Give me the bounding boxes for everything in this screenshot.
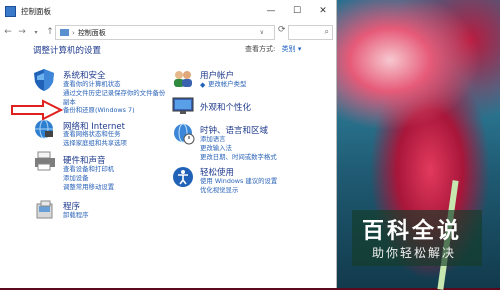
printer-icon[interactable] — [33, 150, 57, 172]
control-panel-window: 控制面板 — ☐ ✕ ← → ▾ ↑ › 控制面板 ∨ ⟳ ⌕ 调整计算机的设置… — [0, 0, 337, 288]
link-add-language[interactable]: 添加语言 — [200, 135, 226, 144]
link-change-account-type[interactable]: 更改帐户类型 — [208, 80, 246, 89]
link-optimize-visual-display[interactable]: 优化视觉显示 — [200, 186, 238, 195]
appearance-monitor-icon[interactable] — [172, 96, 194, 116]
view-by: 查看方式: 类别 ▾ — [245, 44, 301, 54]
breadcrumb-separator-icon: › — [72, 28, 75, 37]
link-homegroup[interactable]: 选择家庭组和共享选项 — [63, 139, 127, 148]
minimize-button[interactable]: — — [258, 0, 284, 22]
red-arrow-annotation-icon — [11, 99, 63, 121]
link-computer-status[interactable]: 查看你的计算机状态 — [63, 80, 121, 89]
back-arrow-icon[interactable]: ← — [2, 27, 14, 37]
user-accounts-icon[interactable] — [172, 69, 194, 89]
link-network-status[interactable]: 查看网络状态和任务 — [63, 130, 121, 139]
clock-globe-icon[interactable] — [172, 122, 196, 146]
link-devices-printers[interactable]: 查看设备和打印机 — [63, 165, 114, 174]
link-uninstall-program[interactable]: 卸载程序 — [63, 211, 89, 220]
breadcrumb-control-panel[interactable]: 控制面板 — [78, 28, 106, 38]
page-title: 调整计算机的设置 — [33, 46, 102, 56]
title-bar: 控制面板 — ☐ ✕ — [0, 0, 336, 22]
control-panel-icon — [5, 5, 16, 17]
watermark-title: 百科全说 — [362, 219, 463, 244]
recent-dropdown-icon[interactable]: ▾ — [30, 29, 42, 36]
window-title: 控制面板 — [21, 6, 51, 16]
watermark-subtitle: 助你轻松解决 — [372, 246, 457, 260]
refresh-icon[interactable]: ⟳ — [278, 25, 286, 35]
computer-icon — [60, 29, 69, 36]
category-appearance[interactable]: 外观和个性化 — [200, 101, 251, 113]
link-mobility-settings[interactable]: 调整常用移动设置 — [63, 183, 114, 192]
navigation-bar: ← → ▾ ↑ › 控制面板 ∨ ⟳ ⌕ — [0, 22, 336, 42]
link-file-history[interactable]: 通过文件历史记录保存你的文件备份 — [63, 89, 165, 98]
link-change-input-method[interactable]: 更改输入法 — [200, 144, 232, 153]
address-dropdown-icon[interactable]: ∨ — [260, 29, 264, 36]
view-by-dropdown[interactable]: 类别 ▾ — [282, 45, 302, 53]
view-by-label: 查看方式: — [245, 45, 276, 53]
link-backup-restore[interactable]: 备份和还原(Windows 7) — [63, 106, 135, 115]
close-button[interactable]: ✕ — [310, 0, 336, 22]
maximize-button[interactable]: ☐ — [284, 0, 310, 22]
link-add-device[interactable]: 添加设备 — [63, 174, 89, 183]
programs-icon[interactable] — [35, 200, 55, 220]
address-bar[interactable]: › 控制面板 ∨ — [55, 25, 275, 40]
shield-icon[interactable] — [33, 68, 55, 92]
link-change-date-format[interactable]: 更改日期、时间或数字格式 — [200, 153, 277, 162]
ease-of-access-icon[interactable] — [172, 166, 194, 188]
forward-arrow-icon[interactable]: → — [16, 27, 28, 37]
uac-shield-icon: ◆ — [200, 81, 206, 89]
link-windows-recommended-settings[interactable]: 使用 Windows 建议的设置 — [200, 177, 277, 186]
search-icon: ⌕ — [324, 27, 329, 36]
search-input[interactable]: ⌕ — [288, 25, 333, 40]
network-globe-icon[interactable] — [33, 118, 55, 140]
